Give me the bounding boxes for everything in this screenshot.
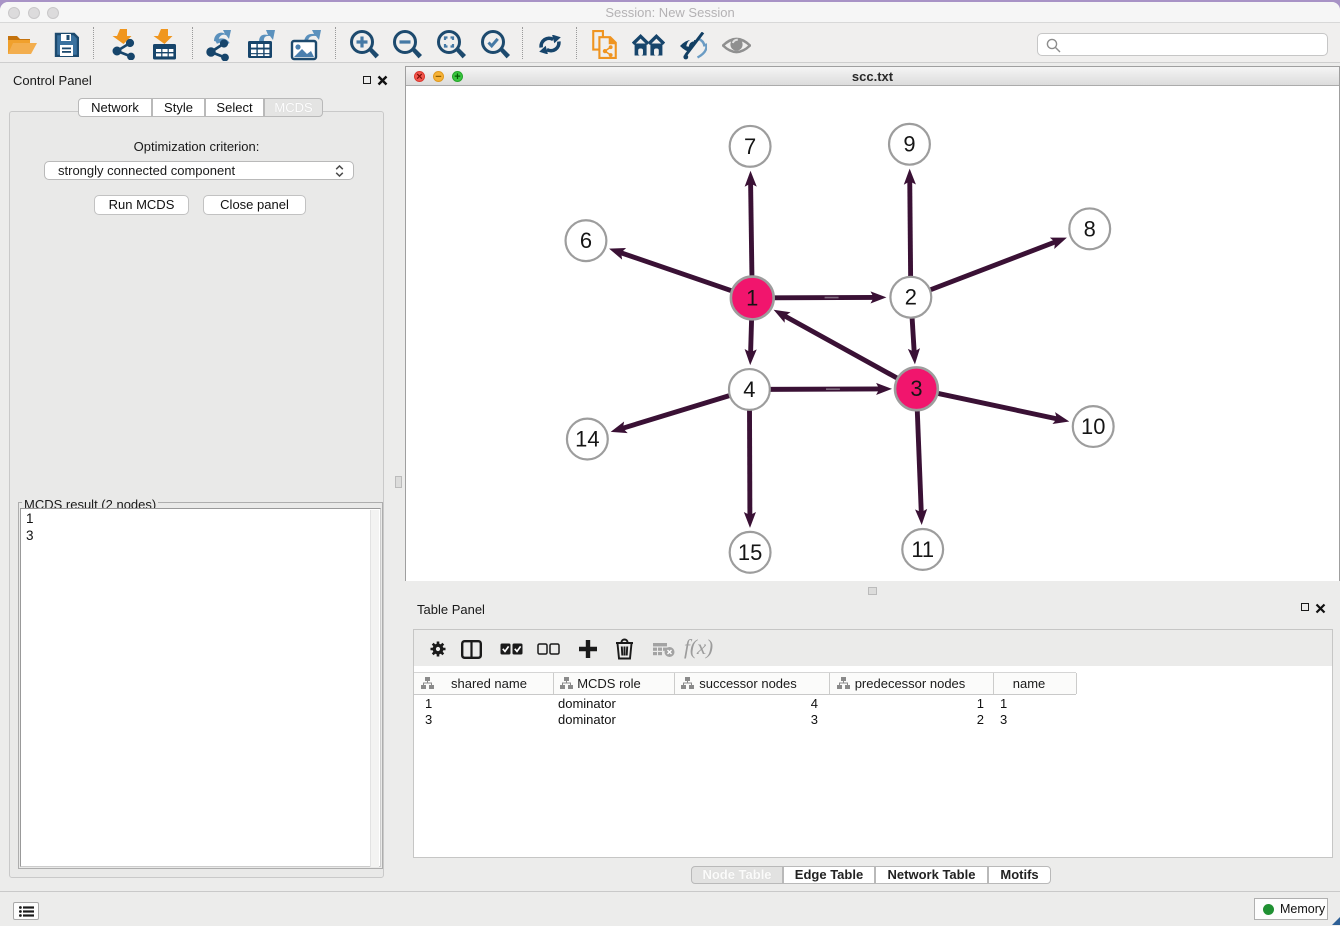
svg-text:dominator: dominator: [558, 696, 616, 711]
svg-text:dominator: dominator: [558, 712, 616, 727]
svg-text:predecessor nodes: predecessor nodes: [855, 676, 966, 691]
svg-text:8: 8: [1084, 216, 1096, 241]
svg-text:2: 2: [977, 712, 984, 727]
svg-text:1: 1: [1000, 696, 1007, 711]
svg-text:9: 9: [903, 132, 915, 157]
svg-text:10: 10: [1081, 414, 1105, 439]
svg-text:4: 4: [811, 696, 818, 711]
svg-text:6: 6: [580, 228, 592, 253]
svg-text:1: 1: [425, 696, 432, 711]
svg-text:3: 3: [910, 376, 922, 401]
svg-text:1: 1: [746, 285, 758, 310]
svg-text:3: 3: [425, 712, 432, 727]
svg-text:14: 14: [575, 427, 599, 452]
svg-text:shared name: shared name: [451, 676, 527, 691]
svg-text:successor nodes: successor nodes: [699, 676, 797, 691]
svg-text:15: 15: [738, 540, 762, 565]
svg-text:3: 3: [811, 712, 818, 727]
svg-text:3: 3: [1000, 712, 1007, 727]
svg-text:11: 11: [911, 537, 934, 562]
svg-text:4: 4: [743, 377, 755, 402]
svg-text:7: 7: [744, 134, 756, 159]
svg-text:name: name: [1013, 676, 1046, 691]
svg-text:2: 2: [905, 285, 917, 310]
svg-text:MCDS role: MCDS role: [577, 676, 641, 691]
svg-text:1: 1: [977, 696, 984, 711]
